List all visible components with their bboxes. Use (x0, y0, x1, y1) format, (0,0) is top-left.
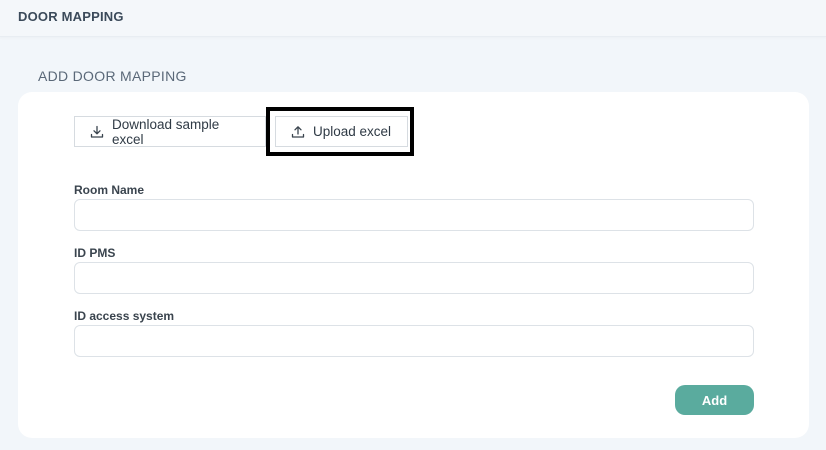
download-icon (90, 125, 104, 138)
top-bar: DOOR MAPPING (0, 0, 826, 37)
id-access-system-input[interactable] (74, 325, 754, 357)
download-sample-excel-button[interactable]: Download sample excel (74, 116, 266, 147)
id-pms-input[interactable] (74, 262, 754, 294)
id-pms-label: ID PMS (74, 246, 116, 260)
upload-icon (291, 125, 305, 138)
download-sample-excel-label: Download sample excel (112, 116, 220, 147)
room-name-input[interactable] (74, 199, 754, 231)
page-title: DOOR MAPPING (18, 9, 124, 24)
upload-excel-label: Upload excel (313, 124, 392, 139)
room-name-label: Room Name (74, 183, 145, 197)
upload-excel-button[interactable]: Upload excel (275, 116, 408, 147)
id-access-system-label: ID access system (74, 309, 175, 323)
door-mapping-form-card: Download sample excel Upload excel Room … (18, 92, 809, 438)
section-title: ADD DOOR MAPPING (38, 68, 187, 84)
add-button[interactable]: Add (675, 385, 754, 415)
